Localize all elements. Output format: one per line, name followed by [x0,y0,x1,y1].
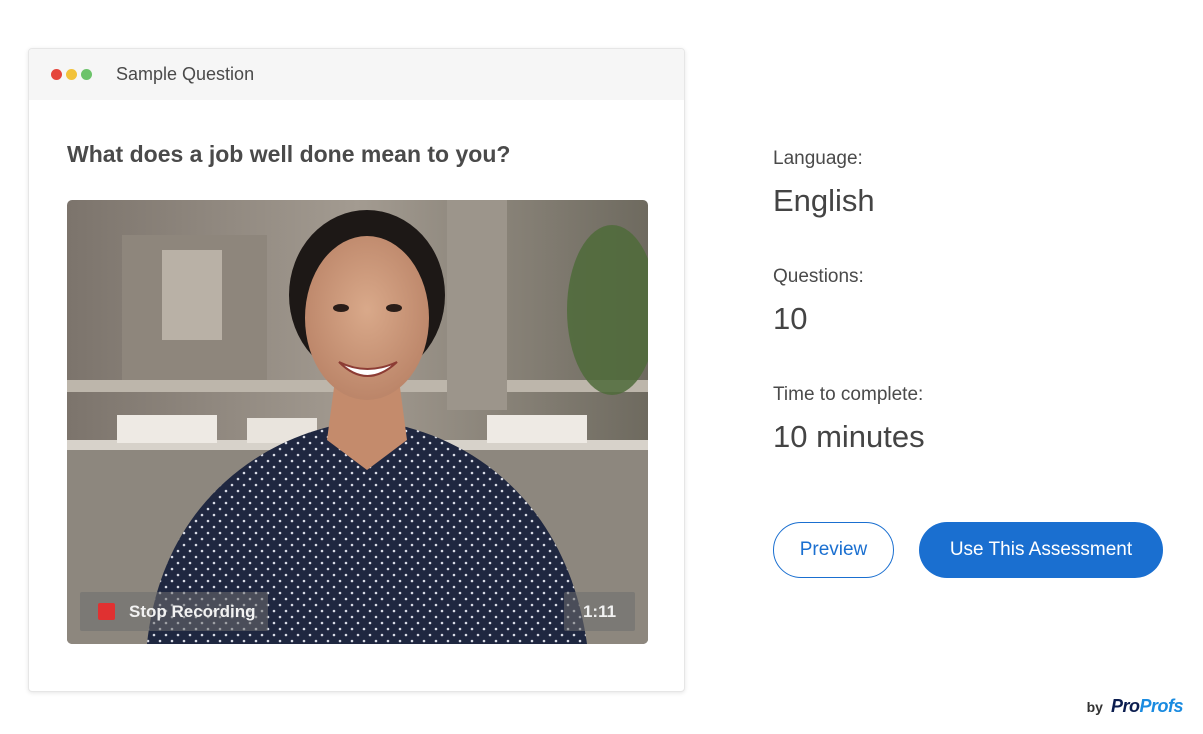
card-header: Sample Question [29,49,684,100]
questions-label: Questions: [773,266,864,287]
questions-block: Questions: 10 [773,266,925,384]
language-block: Language: English [773,148,925,266]
stop-recording-label: Stop Recording [129,601,256,621]
red-dot-icon [51,69,62,80]
question-text: What does a job well done mean to you? [67,141,511,167]
stop-recording-button[interactable]: Stop Recording [80,592,268,631]
proprofs-branding[interactable]: by Pro Profs [1086,696,1184,717]
questions-value: 10 [773,301,808,336]
use-assessment-button[interactable]: Use This Assessment [919,522,1163,578]
yellow-dot-icon [66,69,77,80]
window-dots [51,69,92,80]
preview-button[interactable]: Preview [773,522,894,578]
green-dot-icon [81,69,92,80]
card-title: Sample Question [116,64,255,84]
assessment-info: Language: English Questions: 10 Time to … [773,148,925,502]
branding-by: by [1086,699,1103,715]
time-label: Time to complete: [773,384,924,405]
recording-timer: 1:11 [564,592,635,631]
proprofs-logo-pro: Pro [1110,696,1140,716]
webcam-photo [67,200,648,644]
stop-square-icon [98,603,115,620]
proprofs-logo-profs: Profs [1139,696,1183,716]
sample-question-card: Sample Question What does a job well don… [28,48,685,692]
video-recording: Stop Recording 1:11 [67,200,648,644]
language-value: English [773,183,875,218]
language-label: Language: [773,148,863,169]
time-block: Time to complete: 10 minutes [773,384,925,502]
time-value: 10 minutes [773,419,925,454]
